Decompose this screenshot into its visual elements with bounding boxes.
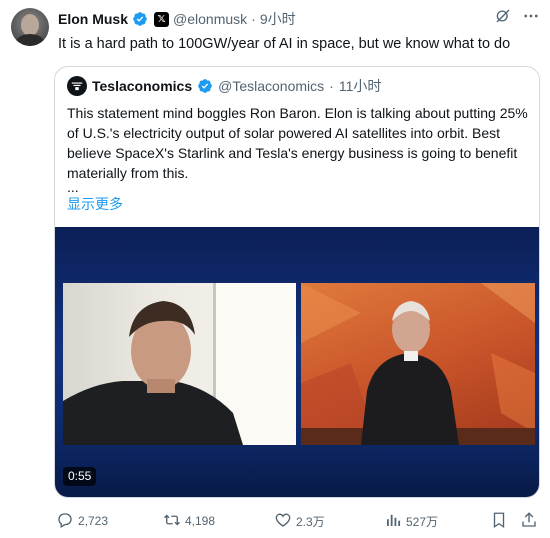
tweet-time[interactable]: 9小时 — [260, 9, 296, 29]
separator: · — [251, 11, 256, 27]
reply-button[interactable]: 2,723 — [56, 511, 108, 531]
repost-button[interactable]: 4,198 — [163, 511, 215, 531]
video-panel-right — [301, 283, 535, 445]
reply-count: 2,723 — [78, 514, 109, 528]
like-button[interactable]: 2.3万 — [274, 511, 325, 531]
quoted-tweet[interactable]: Teslaconomics @Teslaconomics · 11小时 This… — [54, 66, 540, 498]
tweet: Elon Musk 𝕏 @elonmusk · 9小时 It is a hard… — [0, 0, 550, 538]
video-duration: 0:55 — [63, 467, 97, 486]
grok-icon[interactable] — [494, 7, 512, 25]
video-panel-left — [63, 283, 296, 445]
like-icon — [274, 511, 292, 532]
share-button[interactable] — [520, 511, 538, 531]
quoted-author-name[interactable]: Teslaconomics — [92, 78, 192, 94]
verified-icon — [132, 11, 148, 27]
more-icon[interactable] — [522, 7, 540, 25]
author-name[interactable]: Elon Musk — [58, 11, 128, 27]
quoted-header: Teslaconomics @Teslaconomics · 11小时 — [67, 76, 381, 96]
tweet-text: It is a hard path to 100GW/year of AI in… — [58, 36, 511, 52]
top-actions — [494, 7, 540, 25]
bookmark-button[interactable] — [490, 511, 508, 531]
video-player[interactable]: 0:55 — [55, 227, 539, 497]
quoted-text: This statement mind boggles Ron Baron. E… — [67, 105, 528, 181]
share-icon — [520, 511, 538, 532]
quoted-author-handle[interactable]: @Teslaconomics — [218, 78, 324, 94]
repost-icon — [163, 511, 181, 532]
show-more-link[interactable]: 显示更多 — [67, 194, 123, 214]
quoted-time[interactable]: 11小时 — [339, 76, 382, 96]
tweet-header: Elon Musk 𝕏 @elonmusk · 9小时 — [58, 9, 296, 29]
action-bar: 2,723 4,198 2.3万 527万 — [54, 511, 540, 531]
bookmark-icon — [490, 511, 508, 532]
author-avatar[interactable] — [11, 8, 49, 46]
quoted-avatar[interactable] — [67, 76, 87, 96]
reply-icon — [56, 511, 74, 532]
x-affiliate-icon: 𝕏 — [154, 11, 170, 27]
verified-icon — [197, 78, 213, 94]
repost-count: 4,198 — [185, 514, 216, 528]
views-icon — [384, 511, 402, 532]
separator: · — [329, 78, 334, 94]
like-count: 2.3万 — [296, 514, 325, 529]
author-handle[interactable]: @elonmusk — [173, 11, 247, 27]
views-count: 527万 — [406, 514, 439, 529]
views-button[interactable]: 527万 — [384, 511, 438, 531]
